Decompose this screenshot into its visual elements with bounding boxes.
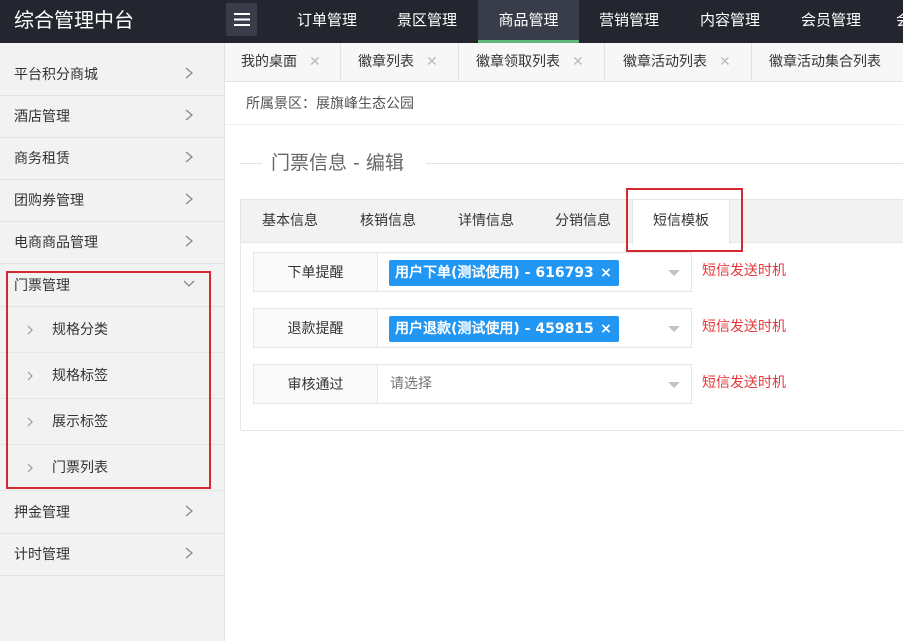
nav-overflow-item[interactable]: 会 bbox=[896, 0, 903, 43]
sidebar-item-points-mall[interactable]: 平台积分商城 bbox=[0, 54, 224, 96]
sidebar-item-group-coupon[interactable]: 团购券管理 bbox=[0, 180, 224, 222]
sidebar-item-label: 平台积分商城 bbox=[14, 67, 98, 83]
sidebar-item-label: 商务租赁 bbox=[14, 151, 70, 167]
top-navbar: 综合管理中台 订单管理 景区管理 商品管理 营销管理 内容管理 会员管理 会 bbox=[0, 0, 903, 43]
tab-label: 徽章列表 bbox=[358, 54, 414, 70]
close-icon[interactable]: ✕ bbox=[572, 43, 584, 81]
approval-hint: 短信发送时机 bbox=[702, 375, 786, 391]
chevron-right-icon bbox=[185, 547, 194, 559]
remove-tag-icon[interactable]: × bbox=[600, 316, 612, 342]
menu-toggle-button[interactable] bbox=[226, 3, 257, 36]
nav-order-management[interactable]: 订单管理 bbox=[282, 0, 372, 43]
sidebar-item-ecommerce[interactable]: 电商商品管理 bbox=[0, 222, 224, 264]
highlight-box-ticket-menu bbox=[6, 271, 211, 489]
tab-badge-activity-collection-list[interactable]: 徽章活动集合列表 bbox=[769, 43, 881, 82]
tab-desktop[interactable]: 我的桌面 ✕ bbox=[241, 43, 321, 82]
chevron-right-icon bbox=[185, 193, 194, 205]
sidebar-item-label: 团购券管理 bbox=[14, 193, 84, 209]
tab-badge-list[interactable]: 徽章列表 ✕ bbox=[358, 43, 438, 82]
tab-detail-info[interactable]: 详情信息 bbox=[437, 200, 535, 243]
fieldset-line-left bbox=[240, 163, 262, 164]
chevron-right-icon bbox=[185, 67, 194, 79]
selected-tag: 用户下单(测试使用) - 616793 × bbox=[389, 260, 619, 286]
tab-badge-activity-list[interactable]: 徽章活动列表 ✕ bbox=[623, 43, 731, 82]
dropdown-caret-icon bbox=[668, 270, 680, 276]
chevron-right-icon bbox=[185, 109, 194, 121]
remove-tag-icon[interactable]: × bbox=[600, 260, 612, 286]
nav-content-management[interactable]: 内容管理 bbox=[685, 0, 775, 43]
sidebar-item-hotel[interactable]: 酒店管理 bbox=[0, 96, 224, 138]
app-title: 综合管理中台 bbox=[14, 8, 134, 32]
chevron-right-icon bbox=[185, 235, 194, 247]
sidebar-item-label: 押金管理 bbox=[14, 505, 70, 521]
nav-scenic-management[interactable]: 景区管理 bbox=[382, 0, 472, 43]
sidebar-item-label: 计时管理 bbox=[14, 547, 70, 563]
divider bbox=[225, 124, 903, 125]
selected-tag-text: 用户下单(测试使用) - 616793 bbox=[395, 265, 594, 281]
scenic-area-label: 所属景区：展旗峰生态公园 bbox=[246, 96, 414, 112]
tab-verification-info[interactable]: 核销信息 bbox=[339, 200, 437, 243]
chevron-right-icon bbox=[185, 151, 194, 163]
refund-reminder-label: 退款提醒 bbox=[253, 308, 378, 348]
close-icon[interactable]: ✕ bbox=[309, 43, 321, 81]
dropdown-caret-icon bbox=[668, 382, 680, 388]
tab-distribution-info[interactable]: 分销信息 bbox=[535, 200, 631, 243]
tab-label: 我的桌面 bbox=[241, 54, 297, 70]
tab-label: 徽章活动集合列表 bbox=[769, 54, 881, 70]
tab-divider bbox=[751, 43, 752, 82]
sidebar-item-label: 酒店管理 bbox=[14, 109, 70, 125]
highlight-box-sms-tab bbox=[626, 188, 743, 252]
hamburger-icon bbox=[233, 13, 250, 26]
sidebar-item-timing[interactable]: 计时管理 bbox=[0, 534, 224, 576]
approval-label: 审核通过 bbox=[253, 364, 378, 404]
order-reminder-label: 下单提醒 bbox=[253, 252, 378, 292]
nav-marketing-management[interactable]: 营销管理 bbox=[584, 0, 674, 43]
page-title: 门票信息 - 编辑 bbox=[271, 152, 404, 174]
form-tabs: 基本信息 核销信息 详情信息 分销信息 短信模板 bbox=[241, 200, 903, 244]
chevron-right-icon bbox=[185, 505, 194, 517]
sidebar-item-rental[interactable]: 商务租赁 bbox=[0, 138, 224, 180]
order-reminder-select[interactable]: 用户下单(测试使用) - 616793 × bbox=[377, 252, 692, 292]
selected-tag-text: 用户退款(测试使用) - 459815 bbox=[395, 321, 594, 337]
refund-reminder-hint: 短信发送时机 bbox=[702, 319, 786, 335]
tab-badge-claim-list[interactable]: 徽章领取列表 ✕ bbox=[476, 43, 584, 82]
tab-label: 徽章领取列表 bbox=[476, 54, 560, 70]
refund-reminder-select[interactable]: 用户退款(测试使用) - 459815 × bbox=[377, 308, 692, 348]
sidebar-item-deposit[interactable]: 押金管理 bbox=[0, 492, 224, 534]
tab-divider bbox=[458, 43, 459, 82]
close-icon[interactable]: ✕ bbox=[719, 43, 731, 81]
nav-member-management[interactable]: 会员管理 bbox=[786, 0, 876, 43]
select-placeholder: 请选择 bbox=[390, 376, 432, 392]
tab-divider bbox=[340, 43, 341, 82]
order-reminder-hint: 短信发送时机 bbox=[702, 263, 786, 279]
dropdown-caret-icon bbox=[668, 326, 680, 332]
tab-label: 徽章活动列表 bbox=[623, 54, 707, 70]
tab-basic-info[interactable]: 基本信息 bbox=[241, 200, 339, 243]
close-icon[interactable]: ✕ bbox=[426, 43, 438, 81]
approval-select[interactable]: 请选择 bbox=[377, 364, 692, 404]
fieldset-line-right bbox=[426, 163, 903, 164]
sidebar-item-label: 电商商品管理 bbox=[14, 235, 98, 251]
nav-product-management[interactable]: 商品管理 bbox=[478, 0, 579, 43]
selected-tag: 用户退款(测试使用) - 459815 × bbox=[389, 316, 619, 342]
tab-divider bbox=[604, 43, 605, 82]
